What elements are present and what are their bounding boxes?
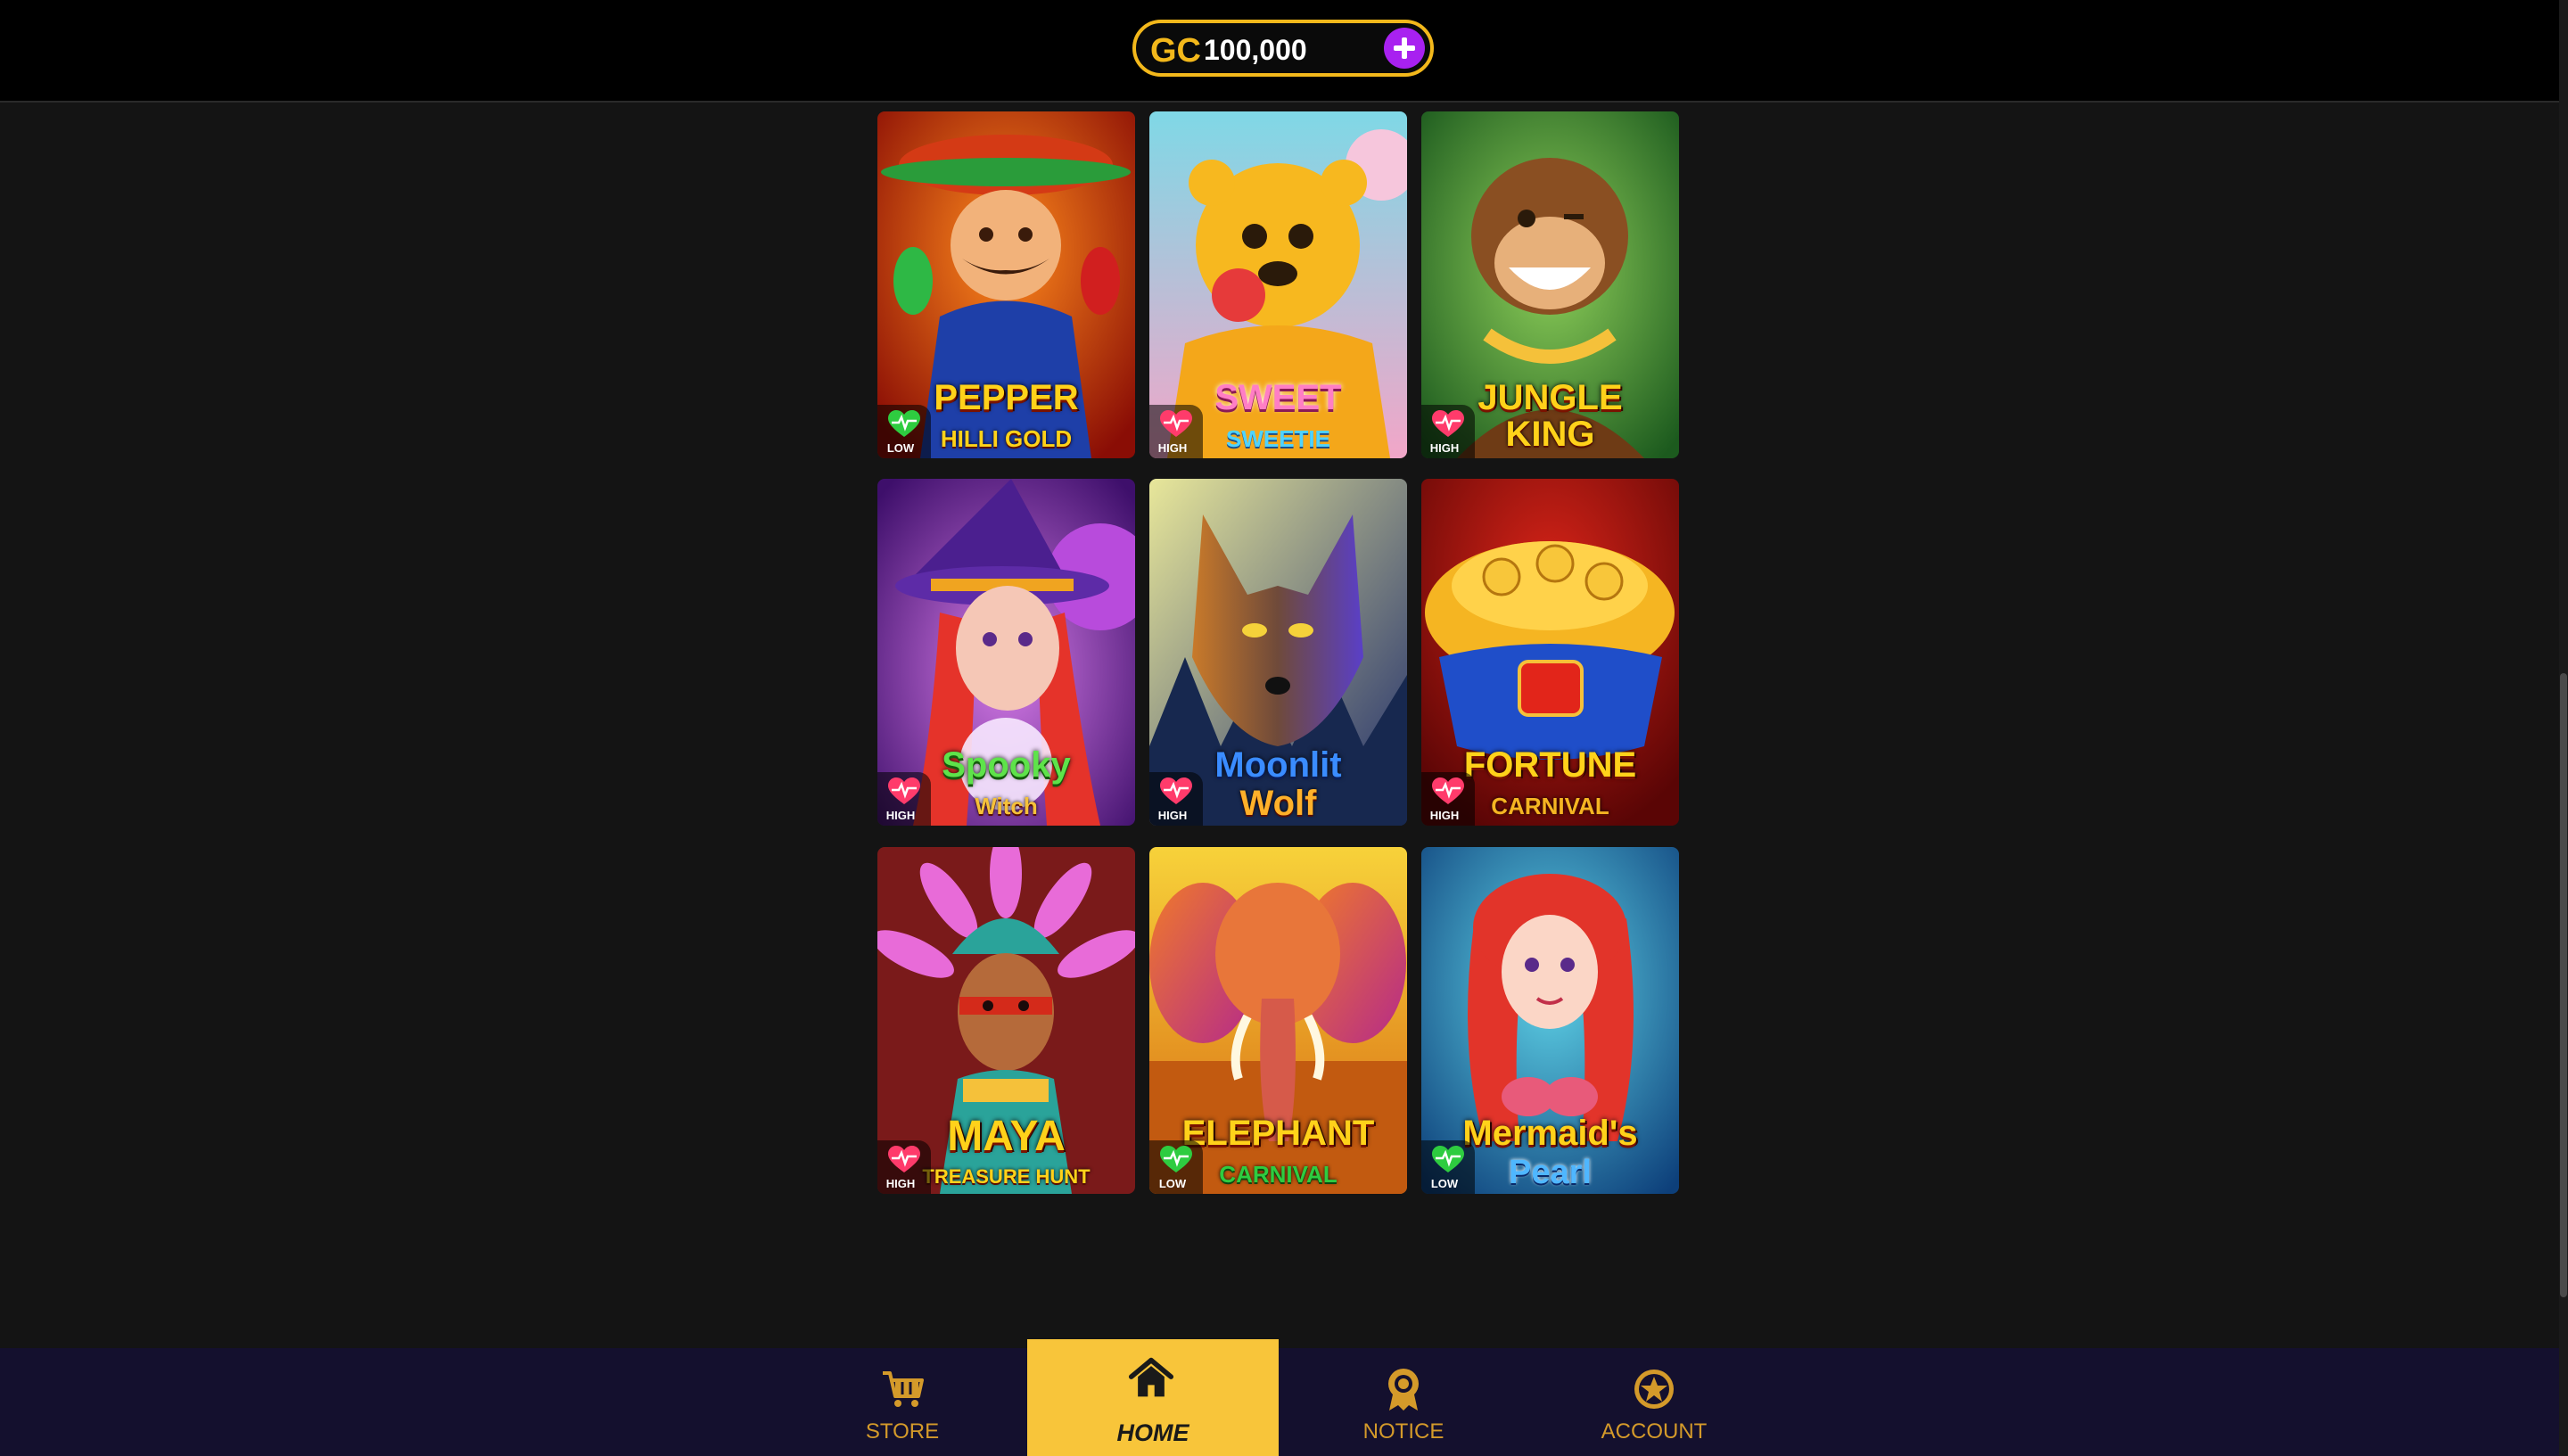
game-tile-moonlit-wolf[interactable]: Moonlit Wolf HIGH [1149, 479, 1407, 826]
volatility-label: LOW [1158, 1177, 1187, 1190]
heart-pulse-icon [888, 1146, 920, 1172]
volatility-badge: HIGH [877, 772, 931, 826]
game-tile-fortune-carnival[interactable]: FORTUNE CARNIVAL HIGH [1421, 479, 1679, 826]
heart-pulse-icon [888, 777, 920, 804]
volatility-label: HIGH [885, 1177, 916, 1190]
balance-pill: GC 100,000 [1132, 20, 1434, 77]
nav-home[interactable]: HOME [1027, 1339, 1279, 1456]
bottom-nav: STORE HOME NOTICE ACCOUNT [0, 1339, 2559, 1456]
heart-pulse-icon [1160, 410, 1192, 437]
nav-account-label: ACCOUNT [1601, 1419, 1708, 1444]
heart-pulse-icon [1432, 777, 1464, 804]
volatility-badge: HIGH [1149, 772, 1203, 826]
volatility-badge: HIGH [1149, 405, 1203, 458]
volatility-label: LOW [1430, 1177, 1459, 1190]
game-tile-elephant-carnival[interactable]: ELEPHANT CARNIVAL LOW [1149, 847, 1407, 1194]
nav-notice-label: NOTICE [1362, 1419, 1444, 1444]
volatility-badge: HIGH [1421, 405, 1475, 458]
star-badge-icon [1634, 1370, 1674, 1409]
nav-store[interactable]: STORE [813, 1348, 992, 1456]
nav-store-label: STORE [865, 1419, 940, 1444]
volatility-label: HIGH [1429, 441, 1460, 455]
balance-amount: 100,000 [1204, 34, 1307, 66]
volatility-label: HIGH [1429, 809, 1460, 822]
volatility-label: LOW [886, 441, 915, 455]
home-icon [1128, 1357, 1174, 1397]
heart-pulse-icon [1160, 777, 1192, 804]
game-tile-jungle-king[interactable]: JUNGLE KING HIGH [1421, 111, 1679, 458]
notice-badge-icon [1388, 1369, 1419, 1411]
currency-label: GC [1150, 32, 1201, 70]
volatility-label: HIGH [1157, 441, 1188, 455]
game-tile-maya-treasure-hunt[interactable]: MAYA TREASURE HUNT HIGH [877, 847, 1135, 1194]
game-tile-pepper-hilli-gold[interactable]: PEPPER HILLI GOLD LOW [877, 111, 1135, 458]
volatility-label: HIGH [1157, 809, 1188, 822]
volatility-badge: HIGH [1421, 772, 1475, 826]
volatility-badge: LOW [1149, 1140, 1203, 1194]
volatility-label: HIGH [885, 809, 916, 822]
game-tile-sweet-sweetie[interactable]: SWEET SWEETIE HIGH [1149, 111, 1407, 458]
cart-icon [883, 1371, 924, 1407]
game-tile-mermaids-pearl[interactable]: Mermaid's Pearl LOW [1421, 847, 1679, 1194]
volatility-badge: LOW [1421, 1140, 1475, 1194]
nav-notice[interactable]: NOTICE [1314, 1348, 1493, 1456]
top-bar: GC 100,000 [0, 0, 2559, 103]
volatility-badge: LOW [877, 405, 931, 458]
volatility-badge: HIGH [877, 1140, 931, 1194]
plus-icon [1394, 37, 1415, 59]
add-coins-button[interactable] [1384, 28, 1425, 69]
heart-pulse-icon [1432, 410, 1464, 437]
nav-account[interactable]: ACCOUNT [1565, 1348, 1743, 1456]
scrollbar-track[interactable] [2559, 0, 2568, 1456]
scrollbar-thumb[interactable] [2560, 673, 2567, 1297]
game-tile-spooky-witch[interactable]: Spooky Witch HIGH [877, 479, 1135, 826]
heart-pulse-icon [1160, 1146, 1192, 1172]
heart-pulse-icon [888, 410, 920, 437]
heart-pulse-icon [1432, 1146, 1464, 1172]
nav-home-label: HOME [1116, 1419, 1189, 1446]
